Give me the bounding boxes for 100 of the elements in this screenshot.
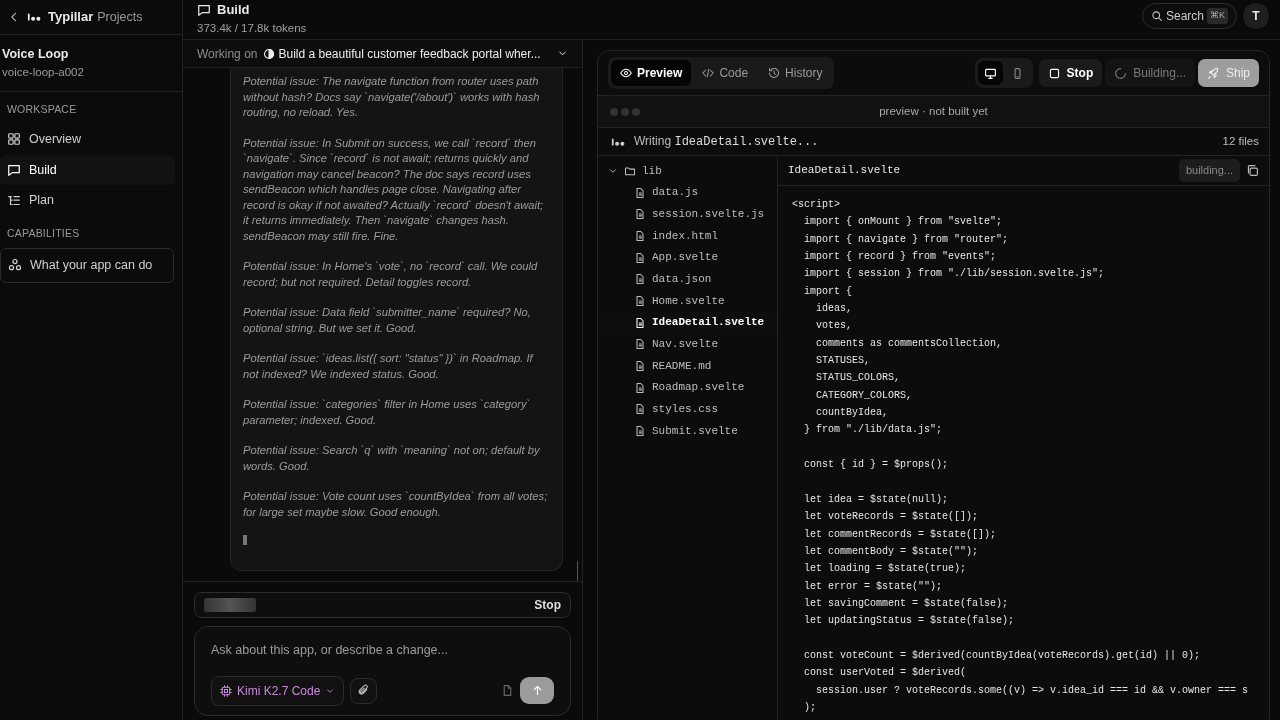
file-icon: [634, 338, 646, 351]
message-text: Potential issue: Data field `submitter_name` required? No, optional string. But we set it. Good.: [243, 305, 532, 336]
code-line: session.user ? voteRecords.some((v) => v.idea_id === id && v.owner === s: [815, 683, 1250, 698]
typing-cursor: [243, 535, 247, 545]
code-line: let savingComment = $state(false);: [803, 596, 1010, 611]
code-line: );: [803, 700, 817, 715]
token-count: 373.4k / 17.8k tokens: [197, 20, 307, 36]
file-item[interactable]: data.json: [598, 268, 777, 291]
list-icon: [7, 193, 21, 208]
spinner-icon: [1114, 66, 1128, 80]
sidebar-item[interactable]: Overview: [0, 123, 175, 155]
half-circle-icon: [263, 47, 276, 60]
code-line: const { id } = $props();: [803, 458, 950, 473]
avatar[interactable]: T: [1243, 3, 1269, 29]
building-status[interactable]: Building...: [1105, 59, 1195, 87]
chip-icon: [220, 684, 232, 697]
file-item[interactable]: index.html: [598, 225, 777, 247]
window-dots-icon: [610, 107, 640, 116]
stop-button[interactable]: Stop: [1038, 59, 1103, 87]
message-text: Potential issue: Vote count uses `countByIdea` from all votes; for large set maybe slow. Good enough.: [243, 489, 549, 520]
task-selector[interactable]: Build a beautiful customer feedback portal wher...: [263, 44, 568, 63]
projects-link[interactable]: Projects: [97, 7, 143, 27]
copy-button[interactable]: [1246, 164, 1259, 177]
code-line: let voteRecords = $state([]);: [803, 510, 980, 525]
square-icon: [1047, 66, 1061, 80]
attach-button[interactable]: [350, 677, 378, 704]
tab[interactable]: History: [759, 60, 832, 86]
code-line: import {: [803, 284, 853, 299]
message-text: Potential issue: `ideas.list({ sort: "status" })` in Roadmap. If not indexed? We indexed status. Good.: [243, 351, 535, 382]
grid-icon: [7, 132, 21, 147]
file-icon: [634, 251, 646, 264]
project-slug: voice-loop-a002: [2, 64, 85, 80]
file-icon: [634, 186, 646, 199]
desktop-view-button[interactable]: [977, 61, 1003, 85]
file-item[interactable]: Home.svelte: [598, 290, 777, 312]
stop-button[interactable]: Stop: [534, 596, 561, 614]
code-line: let commentBody = $state("");: [803, 544, 980, 559]
code-line: const userVoted = $derived(: [803, 666, 968, 681]
history-icon: [768, 67, 781, 79]
file-item[interactable]: data.js: [598, 181, 777, 204]
model-selector[interactable]: Kimi K2.7 Code: [211, 675, 345, 706]
tab[interactable]: Code: [693, 60, 758, 86]
document-button[interactable]: [501, 684, 514, 698]
file-icon: [634, 273, 646, 286]
chat-icon: [7, 162, 21, 177]
code-line: import { onMount } from "svelte";: [803, 215, 1004, 230]
message-text: Potential issue: The navigate function from router uses path without hash? Docs say `navigate('/about')` works with hash routing, no reload. Yes.: [243, 74, 541, 120]
file-item[interactable]: styles.css: [598, 398, 777, 421]
code-line: let loading = $state(true);: [803, 562, 968, 577]
file-item[interactable]: session.svelte.js: [598, 203, 777, 226]
sidebar-item[interactable]: Plan: [0, 185, 175, 216]
code-line: import { navigate } from "router";: [803, 232, 1010, 247]
eye-icon: [620, 67, 632, 79]
file-item[interactable]: Nav.svelte: [598, 333, 777, 356]
working-label: Working on: [197, 45, 258, 63]
file-item[interactable]: README.md: [598, 355, 777, 377]
search-icon: [1150, 10, 1163, 22]
message-text: Potential issue: In Home's `vote`, no `record` call. We could record; but not required. Detail toggles record.: [243, 259, 539, 290]
scrollbar: [577, 561, 578, 581]
rocket-icon: [1206, 66, 1220, 80]
message-text: Potential issue: In Submit on success, we call `record` then `navigate`. Since `record` is not await; returns quickly and navigation may cancel beacon? The doc says record uses sendBeacon which handles page close. Navigating after record is okay if not awaited? Actually `record` doesn't await; it returns immediately. Then `navigate` changes hash. sendBeacon may still fire. Fine.: [243, 135, 545, 244]
section-heading: CAPABILITIES: [6, 226, 81, 241]
build-badge: building...: [1178, 159, 1240, 182]
code-line: import { record } from "events";: [803, 250, 998, 265]
code-line: let commentRecords = $state([]);: [803, 527, 998, 542]
file-item[interactable]: App.svelte: [598, 246, 777, 269]
code-line: CATEGORY_COLORS,: [815, 388, 914, 403]
code-icon: [702, 67, 715, 79]
send-button[interactable]: [520, 677, 554, 705]
folder-icon: [624, 164, 636, 177]
code-line: let error = $state("");: [803, 579, 944, 594]
paperclip-icon: [357, 684, 371, 698]
file-icon: [634, 316, 646, 329]
capabilities-button[interactable]: What your app can do: [0, 247, 174, 283]
file-icon: [634, 229, 646, 242]
file-item[interactable]: Roadmap.svelte: [598, 376, 777, 399]
message-text: Potential issue: `categories` filter in Home uses `category` parameter; indexed. Good.: [243, 397, 532, 428]
document-icon: [501, 684, 514, 698]
file-item[interactable]: Submit.svelte: [598, 420, 777, 442]
sidebar-item[interactable]: Build: [0, 154, 175, 186]
shortcut-hint: ⌘K: [1207, 8, 1228, 24]
code-line: ideas,: [815, 302, 853, 317]
tab[interactable]: Preview: [611, 60, 692, 86]
message-input[interactable]: Ask about this app, or describe a change...: [211, 641, 554, 660]
file-icon: [634, 381, 646, 394]
code-line: } from "./lib/data.js";: [803, 423, 944, 438]
cluster-icon: [8, 258, 22, 273]
page-title: Build: [217, 1, 250, 19]
code-line: const voteCount = $derived(countByIdea(voteRecords).get(id) || 0);: [803, 648, 1202, 663]
code-line: STATUSES,: [815, 354, 871, 369]
section-heading: WORKSPACE: [6, 102, 78, 117]
code-line: import { session } from "./lib/session.svelte.js";: [803, 267, 1106, 282]
project-name: Voice Loop: [2, 46, 70, 63]
folder-item[interactable]: lib: [598, 160, 777, 182]
preview-status: preview · not built yet: [879, 103, 989, 119]
monitor-icon: [983, 67, 997, 81]
file-icon: [634, 360, 646, 373]
search-button[interactable]: Search ⌘K: [1141, 3, 1237, 29]
message-text: Potential issue: Search `q` with `meaning` not on; default by words. Good.: [243, 443, 541, 474]
file-count: 12 files: [1222, 133, 1259, 149]
